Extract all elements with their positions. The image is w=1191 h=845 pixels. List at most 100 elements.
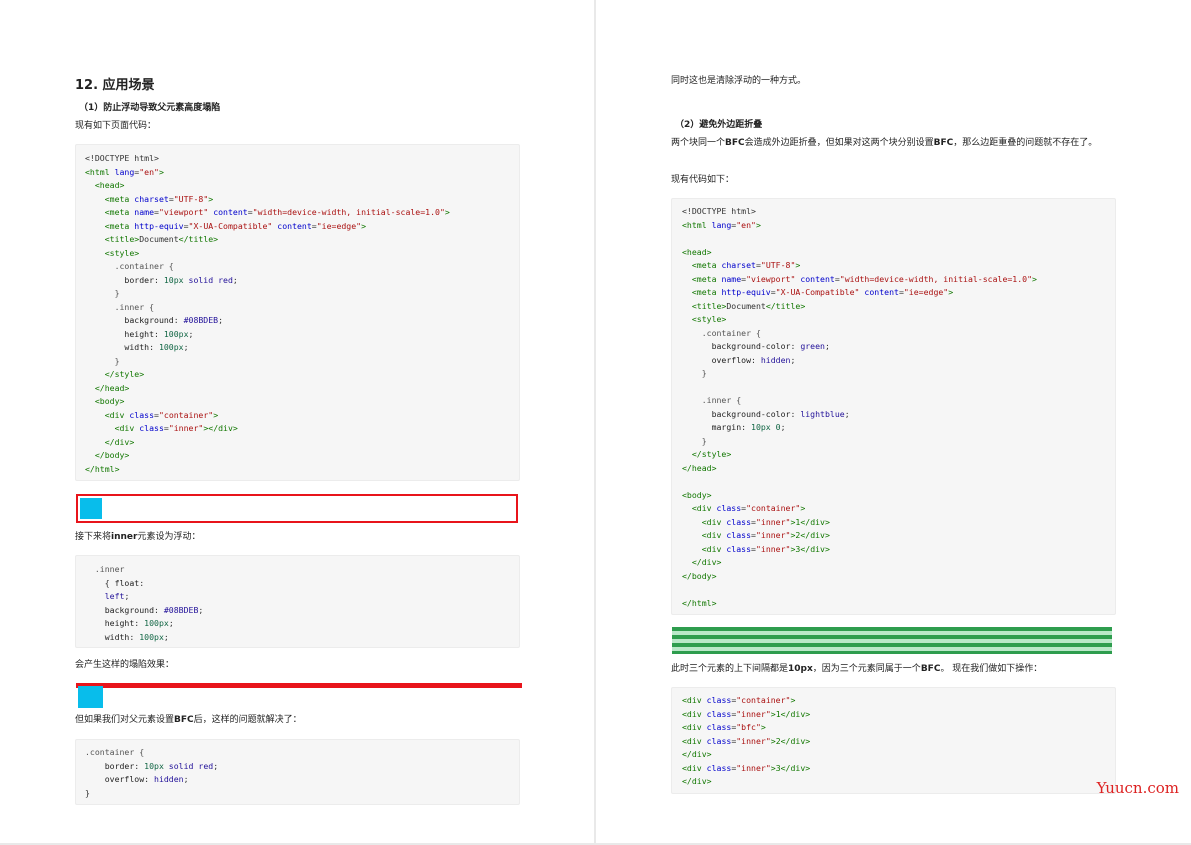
code-token: <div xyxy=(85,409,130,420)
code-token: </style> xyxy=(85,369,145,379)
code-line: .container { xyxy=(85,746,510,760)
code-token: <div xyxy=(682,708,707,719)
code-token: </head> xyxy=(682,462,717,473)
code-token: > xyxy=(361,220,367,231)
code-token: name xyxy=(134,207,155,217)
code-token: 10px xyxy=(144,760,164,771)
code-token: content xyxy=(213,207,248,217)
code-token: class xyxy=(716,503,742,513)
code-token: </div> xyxy=(682,749,712,759)
code-token: </style> xyxy=(682,449,732,459)
code-token: </title> xyxy=(765,300,806,311)
code-line: <!DOCTYPE html> xyxy=(682,205,1105,219)
code-token: : xyxy=(149,342,159,352)
code-token: "en" xyxy=(736,219,756,230)
demo-container-red-border xyxy=(76,494,518,523)
code-line: <meta name="viewport" content="width=dev… xyxy=(682,273,1105,287)
code-line: <div class="bfc"> xyxy=(682,721,1105,735)
code-token: } xyxy=(85,645,100,647)
code-token: > xyxy=(444,207,450,217)
code-token: "container" xyxy=(158,409,214,420)
right-page: 同时这也是清除浮动的一种方式。 （2）避免外边距折叠 两个块同一个BFC会造成外… xyxy=(596,0,1191,843)
subheading-margin-collapse: （2）避免外边距折叠 xyxy=(675,120,763,130)
code-token: </body> xyxy=(85,450,130,460)
code-token: <div xyxy=(682,695,707,705)
code-token: http-equiv xyxy=(721,287,771,297)
code-token: <body> xyxy=(682,489,712,500)
code-token: ; xyxy=(213,760,219,771)
code-line: </html> xyxy=(682,597,1105,611)
code-line: overflow: hidden; xyxy=(85,773,510,787)
code-token: <div xyxy=(682,762,707,773)
code-token: > xyxy=(790,695,796,705)
code-line: <html lang="en"> xyxy=(682,219,1105,233)
code-line: left; xyxy=(85,590,510,604)
code-token: height xyxy=(85,618,135,628)
code-line: </div> xyxy=(682,556,1105,570)
code-line: background: #08BDEB; xyxy=(85,314,510,328)
code-line: } xyxy=(682,367,1105,381)
code-token: 100px xyxy=(139,631,164,642)
code-token: <div xyxy=(682,530,727,540)
code-line: } xyxy=(85,287,510,301)
code-token: Document xyxy=(726,300,766,311)
code-token: "width=device-width, initial-scale=1.0" xyxy=(839,273,1033,284)
code-token: background xyxy=(85,315,174,325)
code-line: <div class="inner">3</div> xyxy=(682,762,1105,776)
code-line: <meta http-equiv="X-UA-Compatible" conte… xyxy=(682,286,1105,300)
code-token: <title> xyxy=(682,300,727,311)
code-token: <meta xyxy=(682,260,722,270)
code-line: <div class="inner">2</div> xyxy=(682,735,1105,749)
code-token: lightblue xyxy=(800,408,845,419)
code-token: <div xyxy=(682,735,707,746)
code-token: >3</div> xyxy=(770,762,811,773)
code-token: > xyxy=(948,287,954,297)
code-token: <title> xyxy=(85,234,140,244)
code-token: : xyxy=(139,577,145,588)
code-token: <head> xyxy=(682,246,712,257)
code-token: > xyxy=(1032,273,1037,284)
watermark: Yuucn.com xyxy=(1096,779,1179,797)
code-line: </style> xyxy=(682,448,1105,462)
code-token: lang xyxy=(114,166,135,177)
code-token: : xyxy=(173,315,184,325)
code-line: <head> xyxy=(85,179,510,193)
code-token: class xyxy=(726,530,752,540)
code-line: <meta charset="UTF-8"> xyxy=(682,259,1105,273)
demo-floated-inner-box xyxy=(78,686,103,708)
code-line: </html> xyxy=(85,463,510,477)
code-token: "inner" xyxy=(736,735,771,746)
code-token: solid xyxy=(183,274,219,285)
code-line: } xyxy=(85,644,510,647)
code-token: </html> xyxy=(85,463,120,474)
code-line: margin: 10px 0; xyxy=(682,421,1105,435)
code-line: <div class="inner">1</div> xyxy=(682,516,1105,530)
code-line: <title>Document</title> xyxy=(85,233,510,247)
code-token: <!DOCTYPE html> xyxy=(682,206,756,216)
code-line: </body> xyxy=(682,570,1105,584)
code-token: ; xyxy=(790,354,796,365)
code-line: .inner { xyxy=(85,301,510,315)
continuation-text: 同时这也是清除浮动的一种方式。 xyxy=(671,76,807,86)
code-token: : xyxy=(741,422,752,432)
code-token: "en" xyxy=(139,166,159,177)
code-token: > xyxy=(213,409,219,420)
intro-existing-code-2: 现有代码如下： xyxy=(671,175,735,185)
code-token: "UTF-8" xyxy=(173,193,209,204)
code-token: 100px xyxy=(158,342,184,352)
code-token: ; xyxy=(124,591,130,601)
code-token: "inner" xyxy=(755,516,791,527)
code-line: <meta http-equiv="X-UA-Compatible" conte… xyxy=(85,220,510,234)
code-line: <div class="inner">1</div> xyxy=(682,708,1105,722)
code-token: .inner { xyxy=(85,301,155,312)
code-block-margin: <!DOCTYPE html> <html lang="en"> <head> <m… xyxy=(671,198,1116,615)
code-token: green xyxy=(800,341,825,351)
code-token: #08BDEB xyxy=(163,604,199,615)
code-token: <div xyxy=(85,423,140,433)
code-token: } xyxy=(682,368,707,378)
code-token: >2</div> xyxy=(770,735,811,746)
code-token: .container { xyxy=(85,261,174,271)
code-line: <div class="inner">2</div> xyxy=(682,529,1105,543)
code-line: <meta name="viewport" content="width=dev… xyxy=(85,206,510,220)
code-token: background-color xyxy=(682,341,791,351)
